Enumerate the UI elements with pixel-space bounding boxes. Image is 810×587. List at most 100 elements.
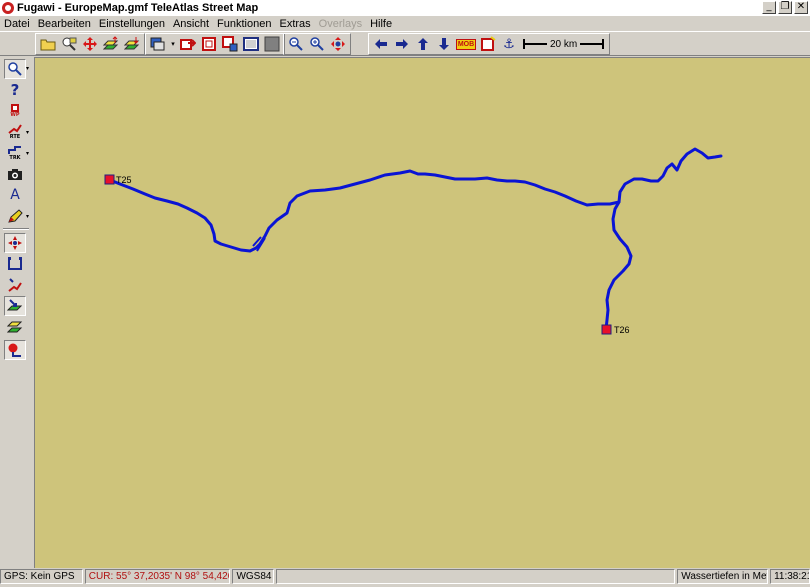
main-toolbar: ▾ MOB ⚓ 20 km [0, 31, 810, 56]
menu-hilfe[interactable]: Hilfe [366, 18, 396, 30]
menu-datei[interactable]: Datei [0, 18, 34, 30]
pen-tool-dropdown-icon[interactable]: ▾ [26, 213, 29, 220]
anchor-icon[interactable]: ⚓ [499, 34, 519, 54]
man-overboard-button[interactable]: MOB [455, 34, 477, 54]
menu-extras[interactable]: Extras [275, 18, 314, 30]
route-tool-button[interactable]: RTE [4, 122, 26, 142]
status-bar: GPS: Kein GPS CUR: 55° 37,2035' N 98° 54… [0, 569, 810, 585]
zoom-out-icon[interactable] [286, 34, 306, 54]
map-layer-down-button[interactable] [4, 296, 26, 316]
map-layer-up-button[interactable] [4, 317, 26, 337]
map-layer-up-icon[interactable] [101, 34, 121, 54]
waypoint-marker-icon[interactable] [104, 174, 115, 185]
menu-ansicht[interactable]: Ansicht [169, 18, 213, 30]
mob-label: MOB [455, 38, 477, 50]
scale-bar-left [523, 39, 547, 49]
map-gray-square-icon[interactable] [262, 34, 282, 54]
title-bar[interactable]: Fugawi - EuropeMap.gmf TeleAtlas Street … [0, 0, 810, 16]
pan-right-icon[interactable] [392, 34, 412, 54]
text-tool-button[interactable]: A [4, 185, 26, 205]
application-window: Fugawi - EuropeMap.gmf TeleAtlas Street … [0, 0, 810, 587]
map-fit-window-icon[interactable] [241, 34, 261, 54]
find-map-icon[interactable] [59, 34, 79, 54]
menu-bar: Datei Bearbeiten Einstellungen Ansicht F… [0, 16, 810, 31]
move-map-icon[interactable] [80, 34, 100, 54]
trk-label: TRK [9, 155, 21, 161]
map-frame-icon[interactable] [199, 34, 219, 54]
track-frame-icon[interactable] [478, 34, 498, 54]
restore-button[interactable]: ❐ [778, 1, 792, 14]
status-message [276, 569, 676, 584]
waypoint-marker-icon[interactable] [601, 324, 612, 335]
window-select-icon[interactable] [148, 34, 168, 54]
track-icon: TRK [8, 145, 22, 161]
scale-bar: 20 km [520, 39, 607, 50]
waypoint-t26[interactable]: T26 [601, 324, 630, 335]
menu-funktionen[interactable]: Funktionen [213, 18, 275, 30]
open-folder-icon[interactable] [38, 34, 58, 54]
rte-label: RTE [9, 134, 21, 140]
waypoint-t25[interactable]: T25 [104, 174, 132, 185]
help-tool-button[interactable]: ? [4, 80, 26, 100]
status-cursor-position: CUR: 55° 37,2035' N 98° 54,4269' E [84, 569, 231, 584]
route-tool-dropdown-icon[interactable]: ▾ [26, 129, 29, 136]
left-toolbar-separator [3, 228, 29, 230]
close-button[interactable]: ✕ [794, 1, 808, 14]
zoom-tool-button[interactable] [4, 59, 26, 79]
route-icon: RTE [8, 124, 22, 140]
scale-label: 20 km [550, 38, 578, 50]
waypoint-label: T25 [116, 175, 132, 185]
menu-bearbeiten[interactable]: Bearbeiten [34, 18, 95, 30]
pen-icon [8, 209, 23, 223]
pen-tool-button[interactable] [4, 206, 26, 226]
zoom-fit-icon[interactable] [328, 34, 348, 54]
center-map-button[interactable] [4, 233, 26, 253]
layer-arrow-down-icon [7, 299, 23, 311]
toolbar-group-window: ▾ [145, 33, 285, 55]
waypoint-icon: WP [10, 104, 20, 118]
window-select-dropdown-icon[interactable]: ▾ [169, 34, 177, 54]
status-datum: WGS84 [232, 569, 275, 584]
layer-stack-icon [7, 321, 23, 333]
track-tool-dropdown-icon[interactable]: ▾ [26, 150, 29, 157]
magnifier-icon [8, 62, 22, 76]
route-follow-icon [8, 278, 22, 292]
window-controls: _ ❐ ✕ [762, 1, 808, 14]
map-layer-down-icon[interactable] [122, 34, 142, 54]
toolbar-group-file [35, 33, 145, 55]
gps-position-button[interactable] [4, 340, 26, 360]
status-depth-units: Wassertiefen in Meters [677, 569, 769, 584]
track-join-icon [8, 257, 22, 270]
wp-label: WP [10, 112, 20, 118]
minimize-button[interactable]: _ [762, 1, 776, 14]
gps-track-line[interactable] [108, 147, 723, 253]
pan-up-icon[interactable] [413, 34, 433, 54]
pan-left-icon[interactable] [371, 34, 391, 54]
toolbar-group-pan: MOB ⚓ 20 km [368, 33, 611, 55]
track-tool-button[interactable]: TRK [4, 143, 26, 163]
menu-einstellungen[interactable]: Einstellungen [95, 18, 169, 30]
toolbar-group-zoom [283, 33, 351, 55]
center-crosshair-icon [8, 236, 22, 250]
pan-down-icon[interactable] [434, 34, 454, 54]
track-join-button[interactable] [4, 254, 26, 274]
status-gps: GPS: Kein GPS [0, 569, 83, 584]
camera-icon [8, 169, 22, 180]
left-toolbar: ▾ ? WP RTE ▾ TRK ▾ A ▾ [0, 57, 33, 567]
map-forward-icon[interactable] [178, 34, 198, 54]
gps-track-branch[interactable] [604, 200, 633, 331]
zoom-tool-dropdown-icon[interactable]: ▾ [26, 65, 29, 72]
waypoint-tool-button[interactable]: WP [4, 101, 26, 121]
menu-overlays[interactable]: Overlays [315, 18, 366, 30]
map-view[interactable]: T25 T26 [34, 57, 810, 568]
fugawi-app-icon[interactable] [2, 2, 14, 14]
map-shrink-icon[interactable] [220, 34, 240, 54]
zoom-in-icon[interactable] [307, 34, 327, 54]
scale-bar-right [580, 39, 605, 49]
status-clock: 11:38:21 [770, 569, 810, 584]
window-title: Fugawi - EuropeMap.gmf TeleAtlas Street … [17, 2, 259, 14]
waypoint-label: T26 [614, 325, 630, 335]
map-canvas[interactable]: T25 T26 [35, 58, 810, 569]
camera-tool-button[interactable] [4, 164, 26, 184]
route-follow-button[interactable] [4, 275, 26, 295]
